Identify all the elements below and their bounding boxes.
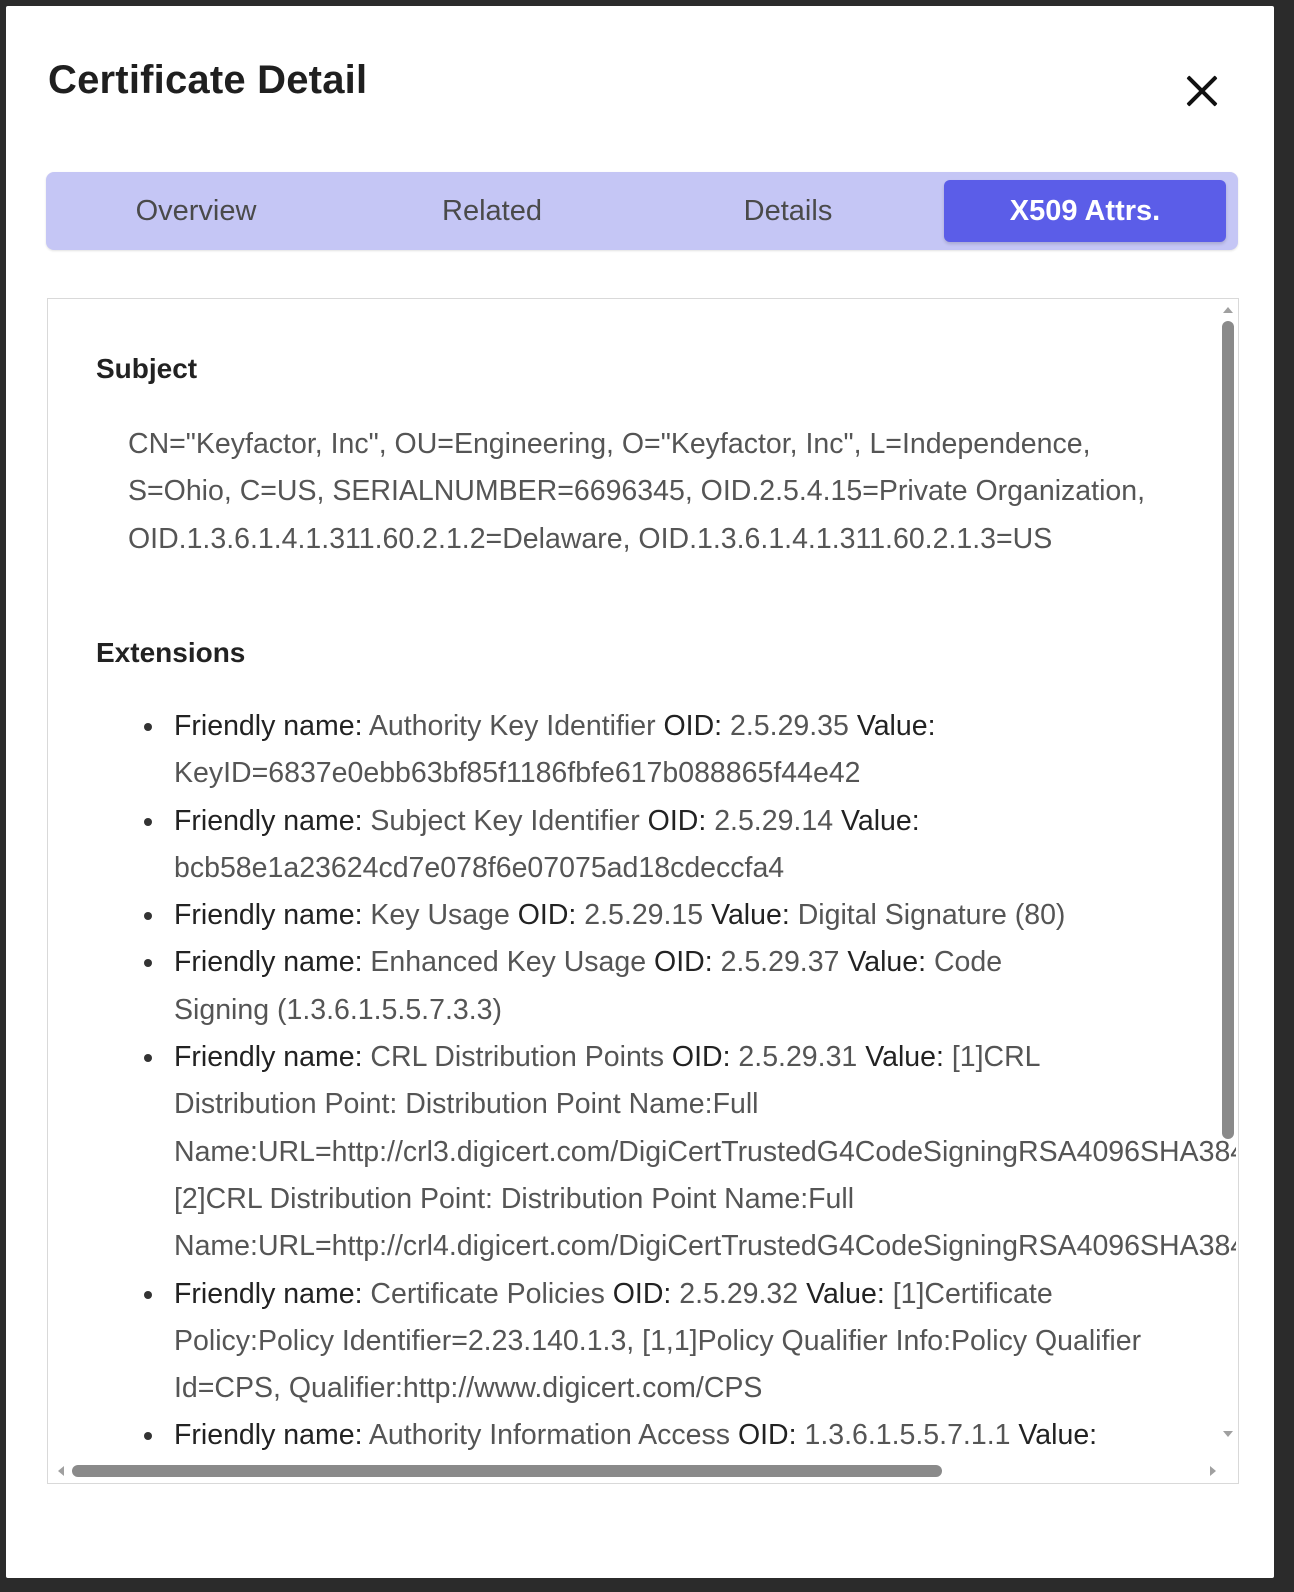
vertical-scrollbar[interactable] xyxy=(1216,299,1238,1459)
oid-label: OID: xyxy=(517,899,577,932)
scroll-left-arrow-icon[interactable] xyxy=(58,1466,64,1476)
list-item: Friendly name: Authority Key Identifier … xyxy=(144,703,1034,798)
extension-value: Digital Signature (80) xyxy=(797,899,1066,932)
certificate-detail-dialog: Certificate Detail Overview Related Deta… xyxy=(6,6,1274,1578)
subject-value: CN="Keyfactor, Inc", OU=Engineering, O="… xyxy=(128,428,1146,555)
dialog-title: Certificate Detail xyxy=(48,58,368,102)
scroll-down-arrow-icon[interactable] xyxy=(1223,1431,1233,1437)
value-label: Value: xyxy=(806,1277,885,1310)
list-item: Friendly name: Enhanced Key Usage OID: 2… xyxy=(144,939,1094,1034)
scroll-content: Subject CN="Keyfactor, Inc", OU=Engineer… xyxy=(96,299,1236,1459)
extension-oid: 2.5.29.14 xyxy=(714,804,834,837)
oid-label: OID: xyxy=(612,1277,672,1310)
extension-oid: 2.5.29.37 xyxy=(720,946,840,979)
extension-name: Subject Key Identifier xyxy=(370,804,640,837)
friendly-name-label: Friendly name: xyxy=(174,710,363,742)
bullet-icon xyxy=(144,817,152,826)
value-label: Value: xyxy=(711,899,790,932)
value-label: Value: xyxy=(865,1041,944,1074)
extension-name: Enhanced Key Usage xyxy=(370,946,647,979)
extension-value-line: Name:URL=http://crl3.digicert.com/DigiCe… xyxy=(174,1135,1236,1168)
friendly-name-label: Friendly name: xyxy=(174,804,363,837)
value-label: Value: xyxy=(856,710,936,742)
subject-heading: Subject xyxy=(96,353,198,384)
extension-name: CRL Distribution Points xyxy=(370,1041,664,1074)
extension-oid: 2.5.29.32 xyxy=(679,1277,799,1310)
bullet-icon xyxy=(144,1290,152,1299)
friendly-name-label: Friendly name: xyxy=(174,946,363,979)
tab-details[interactable]: Details xyxy=(648,180,928,242)
bullet-icon xyxy=(144,1432,152,1441)
value-label: Value: xyxy=(840,804,920,837)
friendly-name-label: Friendly name: xyxy=(174,1277,363,1310)
extension-name: Key Usage xyxy=(370,899,510,932)
vertical-scroll-thumb[interactable] xyxy=(1222,321,1234,1139)
tab-related[interactable]: Related xyxy=(352,180,632,242)
oid-label: OID: xyxy=(663,710,723,742)
extension-oid: 2.5.29.35 xyxy=(730,710,849,742)
list-item: Friendly name: Key Usage OID: 2.5.29.15 … xyxy=(144,892,1174,939)
horizontal-scroll-thumb[interactable] xyxy=(72,1465,942,1477)
x509-attributes-panel[interactable]: Subject CN="Keyfactor, Inc", OU=Engineer… xyxy=(47,298,1239,1484)
friendly-name-label: Friendly name: xyxy=(174,1041,363,1074)
tab-x509-attrs[interactable]: X509 Attrs. xyxy=(944,180,1226,242)
list-item: Friendly name: Authority Information Acc… xyxy=(144,1412,1174,1459)
value-label: Value: xyxy=(1018,1419,1098,1452)
scroll-up-arrow-icon[interactable] xyxy=(1223,307,1233,313)
bullet-icon xyxy=(144,959,152,968)
extension-name: Certificate Policies xyxy=(370,1277,605,1310)
extension-value-line: Name:URL=http://crl4.digicert.com/DigiCe… xyxy=(174,1230,1236,1263)
oid-label: OID: xyxy=(737,1419,797,1452)
close-icon[interactable] xyxy=(1184,72,1220,108)
extension-value: bcb58e1a23624cd7e078f6e07075ad18cdeccfa4 xyxy=(174,851,785,884)
oid-label: OID: xyxy=(647,804,707,837)
oid-label: OID: xyxy=(654,946,713,979)
extensions-heading: Extensions xyxy=(96,637,246,668)
tab-bar: Overview Related Details X509 Attrs. xyxy=(46,172,1238,250)
extension-oid: 2.5.29.15 xyxy=(584,899,704,932)
oid-label: OID: xyxy=(671,1041,731,1074)
extension-value-line: [2]CRL Distribution Point: Distribution … xyxy=(174,1182,855,1215)
list-item: Friendly name: CRL Distribution Points O… xyxy=(144,1034,1236,1270)
extension-name: Authority Key Identifier xyxy=(368,710,656,742)
bullet-icon xyxy=(144,912,152,921)
friendly-name-label: Friendly name: xyxy=(174,1419,363,1452)
extension-value: KeyID=6837e0ebb63bf85f1186fbfe617b088865… xyxy=(174,757,861,790)
bullet-icon xyxy=(144,1054,152,1063)
extensions-list: Friendly name: Authority Key Identifier … xyxy=(96,703,1236,1459)
extension-name: Authority Information Access xyxy=(368,1419,731,1452)
extension-oid: 2.5.29.31 xyxy=(738,1041,858,1074)
friendly-name-label: Friendly name: xyxy=(174,899,363,932)
value-label: Value: xyxy=(847,946,927,979)
tab-overview[interactable]: Overview xyxy=(56,180,336,242)
horizontal-scrollbar[interactable] xyxy=(48,1459,1216,1483)
extension-oid: 1.3.6.1.5.5.7.1.1 xyxy=(804,1419,1011,1452)
list-item: Friendly name: Certificate Policies OID:… xyxy=(144,1271,1174,1413)
scroll-right-arrow-icon[interactable] xyxy=(1210,1466,1216,1476)
bullet-icon xyxy=(144,723,152,731)
list-item: Friendly name: Subject Key Identifier OI… xyxy=(144,798,994,893)
